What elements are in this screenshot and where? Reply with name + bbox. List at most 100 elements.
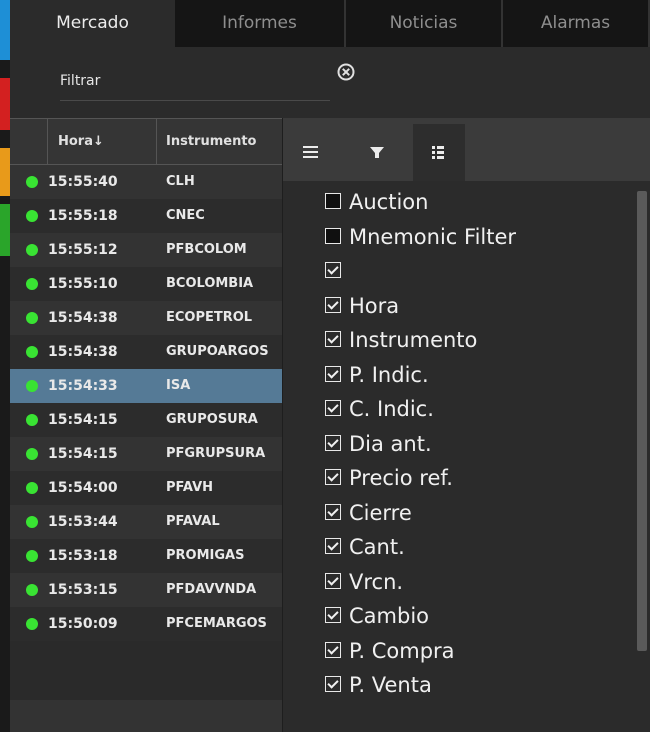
header-hora[interactable]: Hora↓ bbox=[58, 119, 104, 165]
table-header: Hora↓ Instrumento bbox=[10, 118, 282, 165]
filter-input[interactable]: Filtrar bbox=[60, 73, 330, 101]
column-option-label: Cant. bbox=[349, 535, 405, 559]
panel-tab-columns[interactable] bbox=[413, 124, 465, 181]
cell-hora: 15:53:15 bbox=[48, 582, 118, 598]
column-option-label: P. Venta bbox=[349, 673, 432, 697]
cell-instrumento: PFCEMARGOS bbox=[166, 616, 267, 631]
cell-instrumento: PFGRUPSURA bbox=[166, 446, 266, 461]
column-option-label: P. Indic. bbox=[349, 362, 429, 387]
cell-instrumento: GRUPOARGOS bbox=[166, 344, 269, 359]
scrollbar[interactable] bbox=[637, 191, 647, 651]
table-row[interactable]: 15:50:09 PFCEMARGOS bbox=[10, 607, 282, 641]
cell-hora: 15:55:40 bbox=[48, 174, 118, 190]
cell-hora: 15:54:00 bbox=[48, 480, 118, 496]
status-dot-icon bbox=[26, 244, 38, 256]
tab-alarmas[interactable]: Alarmas bbox=[503, 0, 650, 47]
header-divider bbox=[47, 119, 48, 165]
checkbox[interactable] bbox=[325, 400, 341, 416]
sort-down-icon: ↓ bbox=[93, 134, 104, 149]
checkbox[interactable] bbox=[325, 434, 341, 451]
column-option-label: Mnemonic Filter bbox=[349, 224, 517, 249]
column-option-label: Auction bbox=[349, 190, 429, 214]
header-instrumento[interactable]: Instrumento bbox=[166, 119, 282, 165]
status-dot-icon bbox=[26, 210, 38, 222]
accent-orange bbox=[0, 148, 10, 196]
panel-tab-menu[interactable] bbox=[285, 124, 337, 181]
status-dot-icon bbox=[26, 448, 38, 460]
table-row[interactable]: 15:54:15 PFGRUPSURA bbox=[10, 437, 282, 471]
cell-instrumento: BCOLOMBIA bbox=[166, 276, 254, 291]
column-option-label: Instrumento bbox=[349, 328, 478, 352]
cell-hora: 15:53:44 bbox=[48, 514, 118, 530]
table-row[interactable]: 15:54:38 ECOPETROL bbox=[10, 301, 282, 335]
cell-instrumento: ECOPETROL bbox=[166, 310, 253, 325]
column-option-label: Vrcn. bbox=[349, 569, 404, 594]
checkbox[interactable] bbox=[325, 607, 341, 623]
filter-icon bbox=[370, 147, 384, 158]
checkbox[interactable] bbox=[325, 676, 341, 692]
accent-dark-3 bbox=[0, 196, 10, 204]
cell-hora: 15:54:38 bbox=[48, 310, 118, 326]
cell-hora: 15:53:18 bbox=[48, 548, 118, 564]
table-row[interactable]: 15:54:38 GRUPOARGOS bbox=[10, 335, 282, 369]
table-row[interactable]: 15:55:18 CNEC bbox=[10, 199, 282, 233]
checkbox[interactable] bbox=[325, 469, 341, 485]
market-table: Hora↓ Instrumento 15:55:40 CLH 15:55:18 CNE… bbox=[10, 118, 282, 732]
checkbox[interactable] bbox=[325, 227, 341, 244]
table-footer bbox=[10, 700, 282, 732]
column-option-label: Cambio bbox=[349, 604, 430, 628]
cell-instrumento: PFDAVVNDA bbox=[166, 582, 257, 597]
table-row[interactable]: 15:53:15 PFDAVVNDA bbox=[10, 573, 282, 607]
accent-red bbox=[0, 78, 10, 130]
table-row[interactable]: 15:55:12 PFBCOLOM bbox=[10, 233, 282, 267]
cell-instrumento: GRUPOSURA bbox=[166, 412, 258, 427]
accent-dark bbox=[0, 60, 10, 78]
status-dot-icon bbox=[26, 516, 38, 528]
tab-informes[interactable]: Informes bbox=[175, 0, 346, 47]
status-dot-icon bbox=[26, 176, 38, 188]
table-row[interactable]: 15:54:33 ISA bbox=[10, 369, 282, 403]
cell-instrumento: PROMIGAS bbox=[166, 548, 245, 563]
column-option-label: Cierre bbox=[349, 500, 412, 525]
columns-icon bbox=[432, 146, 444, 159]
table-row[interactable]: 15:55:40 CLH bbox=[10, 165, 282, 199]
tab-noticias[interactable]: Noticias bbox=[346, 0, 503, 47]
checkbox[interactable] bbox=[325, 503, 341, 520]
cell-instrumento: PFAVAL bbox=[166, 514, 220, 529]
cell-hora: 15:54:15 bbox=[48, 412, 118, 428]
table-row[interactable]: 15:54:15 GRUPOSURA bbox=[10, 403, 282, 437]
table-row[interactable]: 15:53:18 PROMIGAS bbox=[10, 539, 282, 573]
column-option-label: Precio ref. bbox=[349, 466, 453, 490]
checkbox[interactable] bbox=[325, 538, 341, 554]
status-dot-icon bbox=[26, 584, 38, 596]
status-dot-icon bbox=[26, 482, 38, 494]
accent-dark-4 bbox=[0, 256, 10, 732]
checkbox[interactable] bbox=[325, 641, 341, 658]
checkbox[interactable] bbox=[325, 331, 341, 347]
clear-circle-icon[interactable] bbox=[337, 63, 355, 81]
tab-mercado[interactable]: Mercado bbox=[10, 0, 175, 47]
column-option-label: Dia ant. bbox=[349, 431, 432, 456]
column-option-label: C. Indic. bbox=[349, 397, 434, 421]
cell-hora: 15:54:15 bbox=[48, 446, 118, 462]
filter-bar: Filtrar bbox=[10, 47, 650, 111]
checkbox[interactable] bbox=[325, 572, 341, 589]
status-dot-icon bbox=[26, 346, 38, 358]
cell-instrumento: CLH bbox=[166, 174, 195, 189]
status-dot-icon bbox=[26, 278, 38, 290]
status-dot-icon bbox=[26, 618, 38, 630]
top-tabs: Mercado Informes Noticias Alarmas bbox=[0, 0, 650, 47]
table-row[interactable]: 15:55:10 BCOLOMBIA bbox=[10, 267, 282, 301]
status-dot-icon bbox=[26, 414, 38, 426]
checkbox[interactable] bbox=[325, 193, 341, 209]
checkbox[interactable] bbox=[325, 365, 341, 382]
table-row[interactable]: 15:54:00 PFAVH bbox=[10, 471, 282, 505]
table-row[interactable]: 15:53:44 PFAVAL bbox=[10, 505, 282, 539]
checkbox[interactable] bbox=[325, 262, 341, 278]
cell-instrumento: CNEC bbox=[166, 208, 205, 223]
cell-hora: 15:54:33 bbox=[48, 378, 118, 394]
checkbox[interactable] bbox=[325, 296, 341, 313]
panel-tab-filter[interactable] bbox=[351, 124, 403, 181]
cell-instrumento: ISA bbox=[166, 378, 191, 393]
cell-instrumento: PFAVH bbox=[166, 480, 214, 495]
